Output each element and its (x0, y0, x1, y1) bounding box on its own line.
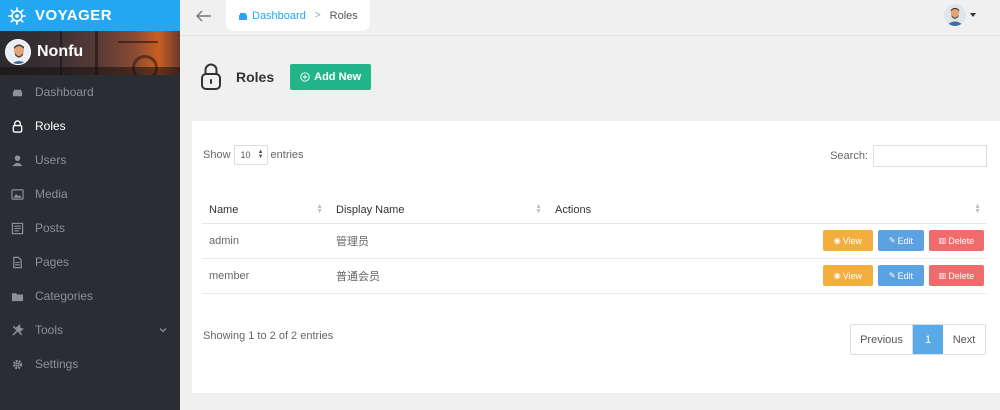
sidebar-item-tools[interactable]: Tools (0, 313, 180, 347)
edit-button[interactable]: ✎ Edit (877, 230, 924, 251)
delete-button[interactable]: ▥ Delete (929, 265, 984, 286)
page-title: Roles (236, 69, 275, 85)
edit-button[interactable]: ✎ Edit (877, 265, 924, 286)
user-icon (10, 153, 24, 167)
page-header: Roles Add New (200, 60, 372, 94)
add-new-button[interactable]: Add New (290, 64, 372, 90)
trash-icon: ▥ (938, 271, 947, 280)
breadcrumb-home-label: Dashboard (252, 9, 306, 22)
profile-avatar (5, 39, 31, 65)
table-search: Search: (830, 145, 987, 167)
sidebar: VOYAGER Nonfu Dashboard Roles Users Medi… (0, 0, 180, 410)
entries-length-control: Show 10 ▲ ▼ entries (203, 145, 304, 165)
role-name-cell: admin (202, 223, 329, 259)
role-name-cell: member (202, 258, 329, 294)
sidebar-item-roles[interactable]: Roles (0, 109, 180, 143)
delete-button[interactable]: ▥ Delete (929, 230, 984, 251)
breadcrumb-separator: > (314, 10, 321, 21)
eye-icon: ◉ (833, 271, 841, 280)
column-header-display-name[interactable]: Display Name ▲ ▼ (329, 197, 548, 224)
sidebar-item-label: Media (35, 187, 68, 201)
role-display-name-cell: 普通会员 (329, 258, 548, 294)
entries-label: entries (270, 149, 304, 161)
sidebar-item-label: Dashboard (35, 85, 94, 99)
dashboard-icon (239, 12, 247, 20)
roles-panel: Show 10 ▲ ▼ entries Search: Name ▲ ▼ Displ… (192, 121, 1000, 393)
trash-icon: ▥ (938, 236, 947, 245)
top-navbar: Dashboard > Roles (180, 0, 1000, 36)
sidebar-item-settings[interactable]: Settings (0, 347, 180, 381)
show-label: Show (203, 149, 231, 161)
column-header-name[interactable]: Name ▲ ▼ (202, 197, 329, 224)
sidebar-item-media[interactable]: Media (0, 177, 180, 211)
view-button[interactable]: ◉ View (822, 230, 873, 251)
sidebar-menu: Dashboard Roles Users Media Posts Pages … (0, 75, 180, 381)
eye-icon: ◉ (833, 236, 841, 245)
previous-page-button[interactable]: Previous (851, 325, 913, 354)
sidebar-item-label: Tools (35, 323, 64, 337)
table-header-row: Name ▲ ▼ Display Name ▲ ▼ Actions ▲ ▼ (202, 197, 987, 224)
image-icon (10, 187, 24, 201)
select-arrows-icon: ▲ ▼ (257, 149, 264, 160)
caret-down-icon (970, 13, 976, 17)
search-input[interactable] (873, 145, 987, 167)
sidebar-item-categories[interactable]: Categories (0, 279, 180, 313)
dashboard-icon (10, 85, 24, 99)
sidebar-item-label: Settings (35, 357, 79, 371)
chevron-down-icon (159, 328, 167, 333)
sort-icon: ▲ ▼ (974, 203, 981, 215)
sort-icon: ▲ ▼ (535, 203, 542, 215)
brand-title: VOYAGER (35, 7, 113, 24)
roles-table: Name ▲ ▼ Display Name ▲ ▼ Actions ▲ ▼ admin… (202, 197, 987, 294)
role-display-name-cell: 管理员 (329, 223, 548, 259)
actions-cell: ◉ View ✎ Edit ▥ Delete (548, 258, 987, 294)
brand-bar[interactable]: VOYAGER (0, 0, 180, 31)
lock-icon (10, 119, 24, 133)
sidebar-item-dashboard[interactable]: Dashboard (0, 75, 180, 109)
tools-icon (10, 323, 24, 337)
back-arrow-icon[interactable] (194, 6, 214, 26)
profile-name: Nonfu (37, 43, 84, 60)
actions-cell: ◉ View ✎ Edit ▥ Delete (548, 223, 987, 259)
page-icon (10, 255, 24, 269)
profile-banner[interactable]: Nonfu (0, 31, 180, 75)
gear-icon (10, 357, 24, 371)
sidebar-item-label: Pages (35, 255, 70, 269)
add-new-label: Add New (314, 71, 362, 83)
sort-icon: ▲ ▼ (316, 203, 323, 215)
pencil-icon: ✎ (888, 236, 896, 245)
sidebar-item-pages[interactable]: Pages (0, 245, 180, 279)
user-menu-toggle[interactable] (944, 4, 976, 26)
table-row: admin 管理员 ◉ View ✎ Edit ▥ Delete (202, 223, 987, 259)
pagination: Previous 1 Next (850, 324, 986, 355)
table-info: Showing 1 to 2 of 2 entries (203, 330, 334, 342)
document-icon (10, 221, 24, 235)
entries-per-page-select[interactable]: 10 ▲ ▼ (233, 145, 268, 165)
entries-per-page-value: 10 (240, 150, 251, 160)
sidebar-item-users[interactable]: Users (0, 143, 180, 177)
breadcrumb: Dashboard > Roles (226, 0, 370, 31)
view-button[interactable]: ◉ View (822, 265, 873, 286)
search-label: Search: (830, 150, 868, 162)
page-1-button[interactable]: 1 (913, 325, 943, 354)
user-avatar (944, 4, 966, 26)
sidebar-item-label: Categories (35, 289, 94, 303)
plus-circle-icon (300, 72, 310, 82)
breadcrumb-home-link[interactable]: Dashboard (238, 10, 306, 22)
sidebar-item-posts[interactable]: Posts (0, 211, 180, 245)
sidebar-item-label: Posts (35, 221, 66, 235)
sidebar-item-label: Users (35, 153, 67, 167)
folder-icon (10, 289, 24, 303)
table-row: member 普通会员 ◉ View ✎ Edit ▥ Delete (202, 258, 987, 294)
helm-logo-icon (8, 6, 26, 25)
pencil-icon: ✎ (888, 271, 896, 280)
sidebar-item-label: Roles (35, 119, 66, 133)
column-header-actions[interactable]: Actions ▲ ▼ (548, 197, 987, 224)
breadcrumb-current: Roles (329, 9, 358, 22)
next-page-button[interactable]: Next (943, 325, 985, 354)
lock-icon (201, 63, 221, 90)
